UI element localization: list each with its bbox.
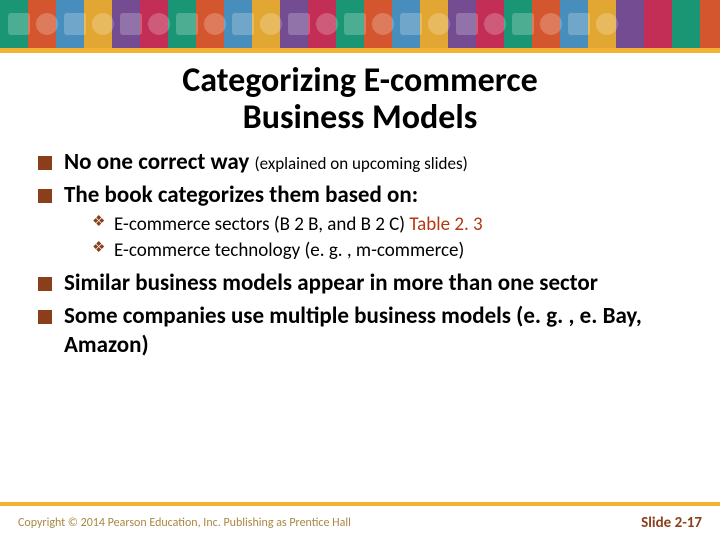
decorative-icon [456,13,478,35]
decorative-icon [92,13,114,35]
decorative-icon [484,13,506,35]
decorative-icon [288,13,310,35]
decorative-icon [596,13,618,35]
bullet-3-text: Similar business models appear in more t… [64,269,598,297]
sub-bullet-1-text: E-commerce sectors (B 2 B, and B 2 C) [114,213,409,236]
decorative-icon [372,13,394,35]
title-line-1: Categorizing E-commerce [182,60,537,101]
sub-bullet-2: E-commerce technology (e. g. , m-commerc… [64,238,682,264]
sub-bullet-list: E-commerce sectors (B 2 B, and B 2 C) Ta… [64,212,682,263]
banner-icons-row [0,0,720,48]
bullet-1-note: (explained on upcoming slides) [254,153,467,174]
bullet-1-main: No one correct way [64,148,254,176]
sub-bullet-1-highlight: Table 2. 3 [409,213,482,236]
decorative-icon [176,13,198,35]
slide-title: Categorizing E-commerce Business Models [38,63,682,136]
decorative-icon [64,13,86,35]
decorative-icon [512,13,534,35]
decorative-icon [344,13,366,35]
decorative-icon [204,13,226,35]
decorative-icon [120,13,142,35]
bullet-2: The book categorizes them based on: E-co… [38,181,682,263]
slide: Categorizing E-commerce Business Models … [0,0,720,540]
bullet-1: No one correct way (explained on upcomin… [38,148,682,177]
title-line-2: Business Models [243,97,478,138]
content-area: Categorizing E-commerce Business Models … [0,53,720,502]
bullet-2-text: The book categorizes them based on: [64,181,418,209]
sub-bullet-2-text: E-commerce technology (e. g. , m-commerc… [114,239,464,262]
bullet-list: No one correct way (explained on upcomin… [38,148,682,359]
decorative-icon [148,13,170,35]
slide-number: Slide 2-17 [641,514,702,532]
decorative-icon [232,13,254,35]
decorative-icon [428,13,450,35]
bullet-3: Similar business models appear in more t… [38,269,682,298]
decorative-icon [540,13,562,35]
bullet-4-text: Some companies use multiple business mod… [64,302,642,359]
decorative-icon [260,13,282,35]
footer: Copyright © 2014 Pearson Education, Inc.… [0,506,720,540]
decorative-icon [400,13,422,35]
decorative-icon [316,13,338,35]
sub-bullet-1: E-commerce sectors (B 2 B, and B 2 C) Ta… [64,212,682,238]
copyright-text: Copyright © 2014 Pearson Education, Inc.… [18,516,351,530]
header-banner [0,0,720,48]
decorative-icon [8,13,30,35]
bullet-4: Some companies use multiple business mod… [38,302,682,360]
decorative-icon [568,13,590,35]
decorative-icon [36,13,58,35]
